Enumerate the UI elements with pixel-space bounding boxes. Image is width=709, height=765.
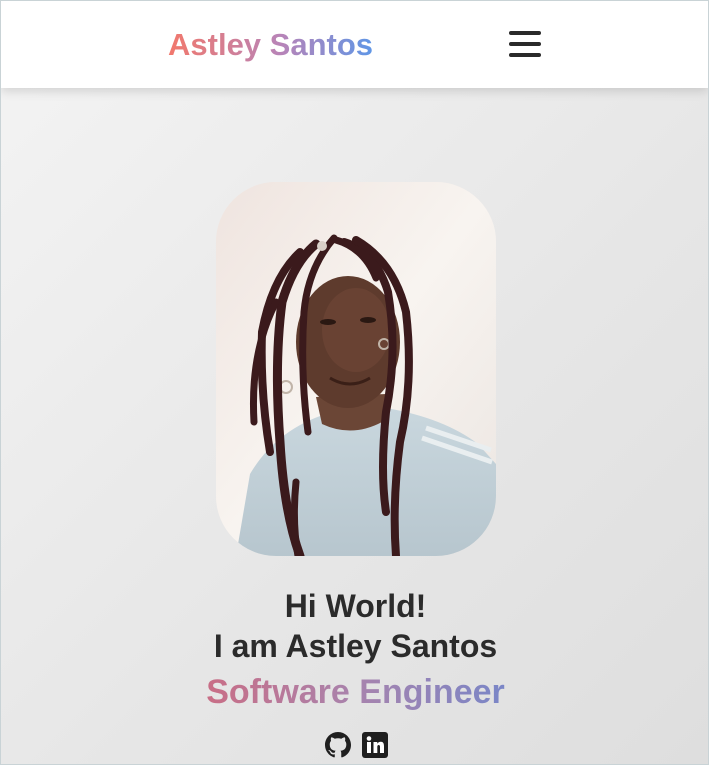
role-title: Software Engineer <box>1 672 708 712</box>
linkedin-icon-glyph <box>362 732 388 758</box>
hero-greeting: Hi World! I am Astley Santos <box>1 586 708 666</box>
greeting-line-2: I am Astley Santos <box>213 628 498 664</box>
menu-line <box>509 42 541 46</box>
social-links <box>325 732 389 760</box>
role-text: Software Engineer <box>206 673 505 711</box>
github-icon[interactable] <box>325 732 351 758</box>
linkedin-icon[interactable] <box>362 732 388 758</box>
navbar: Astley Santos <box>1 1 708 88</box>
profile-photo-illustration <box>216 182 496 556</box>
github-icon-glyph <box>325 732 351 758</box>
greeting-line-1: Hi World! <box>284 588 427 624</box>
menu-line <box>509 53 541 57</box>
menu-line <box>509 31 541 35</box>
page-frame: Astley Santos Hi World! I am Astley Sant… <box>0 0 709 765</box>
brand-logo-link[interactable]: Astley Santos <box>168 27 373 63</box>
profile-photo <box>216 182 496 556</box>
hamburger-menu-icon[interactable] <box>507 29 543 63</box>
